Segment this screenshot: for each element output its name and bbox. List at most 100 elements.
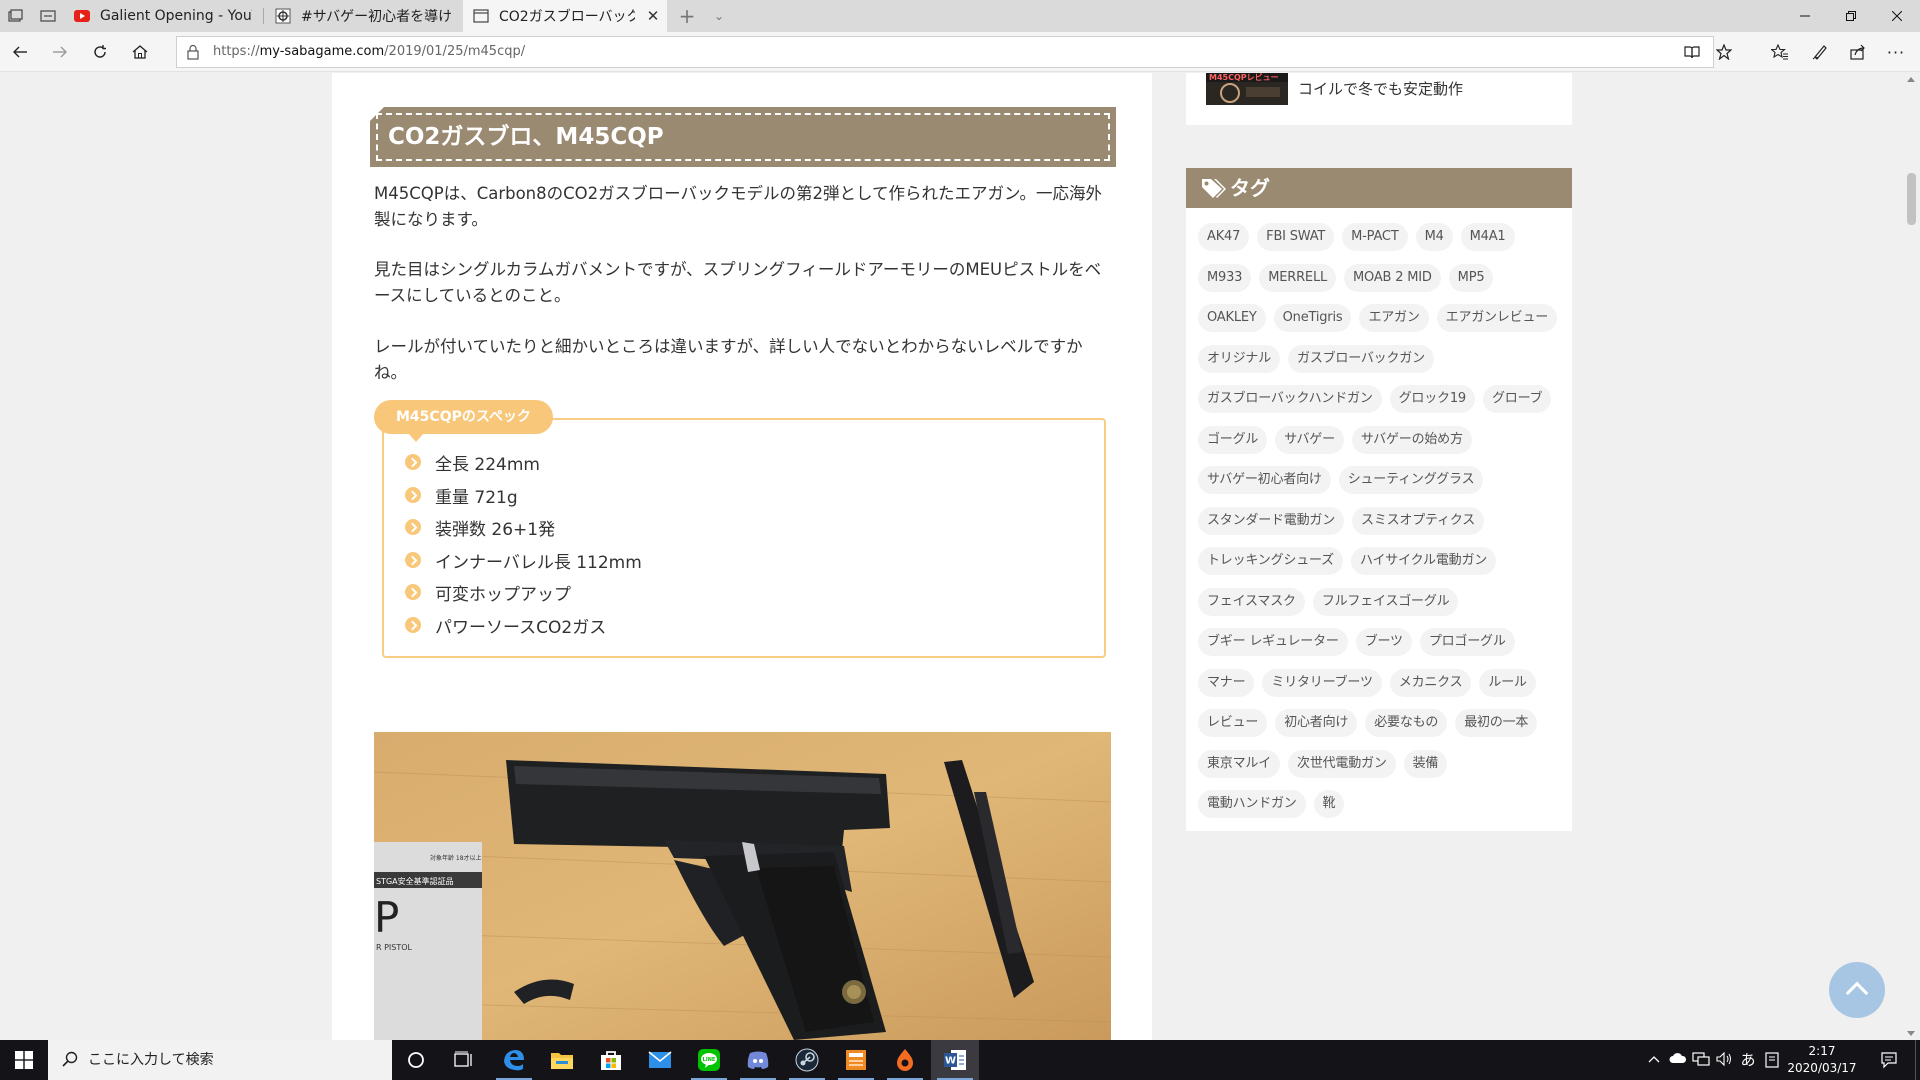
tag-link[interactable]: オリジナル: [1198, 344, 1281, 373]
tag-link[interactable]: 最初の一本: [1455, 709, 1538, 737]
onedrive-cloud-icon[interactable]: [1669, 1052, 1687, 1068]
network-icon[interactable]: [1692, 1052, 1710, 1068]
tag-link[interactable]: ガスブローバックハンドガン: [1198, 385, 1382, 413]
tag-link[interactable]: 靴: [1313, 790, 1345, 818]
tag-link[interactable]: サバゲー初心者向け: [1198, 466, 1331, 494]
word-app-icon[interactable]: W: [931, 1040, 979, 1080]
set-aside-tabs-icon[interactable]: [40, 8, 56, 24]
microsoft-store-icon[interactable]: [587, 1040, 635, 1080]
task-view-button[interactable]: [440, 1040, 488, 1080]
tab-youtube[interactable]: Galient Opening - YouTube: [64, 0, 262, 32]
tag-link[interactable]: 装備: [1403, 749, 1448, 778]
scrollbar-thumb[interactable]: [1907, 173, 1916, 225]
tag-link[interactable]: ハイサイクル電動ガン: [1350, 547, 1497, 575]
tag-link[interactable]: MERRELL: [1259, 263, 1337, 292]
tab-list-icon[interactable]: [7, 8, 23, 24]
mail-app-icon[interactable]: [636, 1040, 684, 1080]
tag-link[interactable]: FBI SWAT: [1257, 223, 1335, 251]
tag-link[interactable]: 東京マルイ: [1198, 749, 1281, 778]
steam-app-icon[interactable]: [783, 1040, 831, 1080]
tag-link[interactable]: グローブ: [1482, 385, 1552, 413]
tag-link[interactable]: M-PACT: [1342, 223, 1408, 251]
volume-icon[interactable]: [1716, 1051, 1732, 1068]
tag-link[interactable]: スミスオプティクス: [1352, 506, 1485, 535]
line-app-icon[interactable]: LINE: [685, 1040, 733, 1080]
new-tab-button[interactable]: +: [670, 0, 704, 32]
discord-app-icon[interactable]: [734, 1040, 782, 1080]
more-menu-icon[interactable]: ···: [1884, 40, 1908, 64]
tag-link[interactable]: OneTigris: [1273, 304, 1352, 332]
tag-link[interactable]: M4A1: [1460, 223, 1515, 251]
home-button[interactable]: [128, 40, 152, 64]
lock-icon[interactable]: [185, 44, 201, 60]
taskbar-search[interactable]: ここに入力して検索: [48, 1040, 392, 1080]
tag-link[interactable]: マナー: [1198, 668, 1255, 697]
scroll-up-arrow-icon[interactable]: [1907, 77, 1915, 82]
edge-app-icon[interactable]: [490, 1040, 538, 1080]
tag-link[interactable]: フルフェイスゴーグル: [1312, 587, 1459, 616]
tag-link[interactable]: グロック19: [1389, 385, 1475, 413]
close-tab-icon[interactable]: ✕: [645, 8, 661, 24]
refresh-button[interactable]: [88, 40, 112, 64]
cortana-button[interactable]: [392, 1040, 440, 1080]
tag-link[interactable]: サバゲー: [1275, 425, 1344, 454]
notes-pen-icon[interactable]: [1808, 40, 1832, 64]
favorites-hub-icon[interactable]: [1768, 40, 1792, 64]
minimize-button[interactable]: [1782, 0, 1828, 32]
taskbar-clock[interactable]: 2:17 2020/03/17: [1784, 1043, 1860, 1077]
restore-button[interactable]: [1828, 0, 1874, 32]
favorite-star-icon[interactable]: [1712, 40, 1736, 64]
tag-link[interactable]: トレッキングシューズ: [1198, 547, 1343, 575]
tag-link[interactable]: サバゲーの始め方: [1351, 425, 1472, 454]
tag-link[interactable]: ブギー レギュレーター: [1198, 628, 1348, 656]
tag-link[interactable]: フェイスマスク: [1198, 587, 1305, 616]
related-post-title[interactable]: コイルで冬でも安定動作: [1298, 78, 1463, 99]
back-button[interactable]: [8, 40, 32, 64]
close-window-button[interactable]: [1874, 0, 1920, 32]
svg-text:W: W: [945, 1056, 956, 1067]
tag-link[interactable]: M933: [1198, 263, 1252, 292]
media-app-icon[interactable]: [881, 1040, 929, 1080]
tag-link[interactable]: 次世代電動ガン: [1288, 749, 1396, 778]
tag-link[interactable]: メカニクス: [1389, 668, 1472, 697]
tag-link[interactable]: MOAB 2 MID: [1344, 263, 1441, 292]
tag-link[interactable]: AK47: [1198, 223, 1250, 251]
calculator-app-icon[interactable]: [832, 1040, 880, 1080]
tag-link[interactable]: シューティンググラス: [1338, 466, 1484, 494]
tag-link[interactable]: ミリタリーブーツ: [1262, 668, 1382, 697]
back-to-top-button[interactable]: [1829, 962, 1885, 1018]
ime-options-icon[interactable]: [1764, 1052, 1780, 1068]
tag-link[interactable]: M4: [1415, 223, 1453, 251]
share-icon[interactable]: [1846, 40, 1870, 64]
tab-current-page[interactable]: CO2ガスブローバックハンドガ ✕: [463, 0, 667, 32]
show-desktop-button[interactable]: [1915, 1040, 1920, 1080]
ime-mode-indicator[interactable]: あ: [1738, 1052, 1758, 1068]
tab-sabage-beginner[interactable]: #サバゲー初心者を導け! ① サバ: [265, 0, 461, 32]
scroll-down-arrow-icon[interactable]: [1907, 1031, 1915, 1036]
tag-link[interactable]: ガスブローバックガン: [1288, 344, 1434, 373]
tag-link[interactable]: スタンダード電動ガン: [1198, 506, 1345, 535]
show-hidden-icons-chevron-icon[interactable]: [1646, 1052, 1662, 1068]
file-explorer-icon[interactable]: [538, 1040, 586, 1080]
reading-view-icon[interactable]: [1680, 40, 1704, 64]
tag-link[interactable]: MP5: [1448, 263, 1494, 292]
tab-preview-chevron-icon[interactable]: ⌄: [702, 0, 736, 32]
tag-link[interactable]: エアガンレビュー: [1436, 304, 1558, 332]
tag-link[interactable]: ブーツ: [1355, 628, 1412, 656]
tag-link[interactable]: ゴーグル: [1198, 425, 1268, 454]
tag-link[interactable]: ルール: [1479, 668, 1536, 697]
tag-link[interactable]: 電動ハンドガン: [1198, 790, 1306, 818]
action-center-icon[interactable]: [1880, 1051, 1897, 1069]
tag-link[interactable]: 必要なもの: [1365, 709, 1448, 737]
address-field[interactable]: https://my-sabagame.com/2019/01/25/m45cq…: [176, 36, 1714, 68]
tag-link[interactable]: 初心者向け: [1275, 709, 1358, 737]
forward-button[interactable]: [48, 40, 72, 64]
tag-link[interactable]: プロゴーグル: [1419, 628, 1515, 656]
related-post-thumbnail[interactable]: M45CQPレビュー: [1206, 73, 1288, 105]
start-button[interactable]: [0, 1040, 48, 1080]
tag-link[interactable]: エアガン: [1359, 304, 1429, 332]
page-scrollbar[interactable]: [1903, 73, 1920, 1040]
tag-link[interactable]: OAKLEY: [1198, 304, 1266, 332]
tag-link[interactable]: レビュー: [1198, 709, 1268, 737]
pistol-photo[interactable]: 対象年齢 18才以上 STGA安全基準認証品 P R PISTOL: [374, 732, 1111, 1040]
